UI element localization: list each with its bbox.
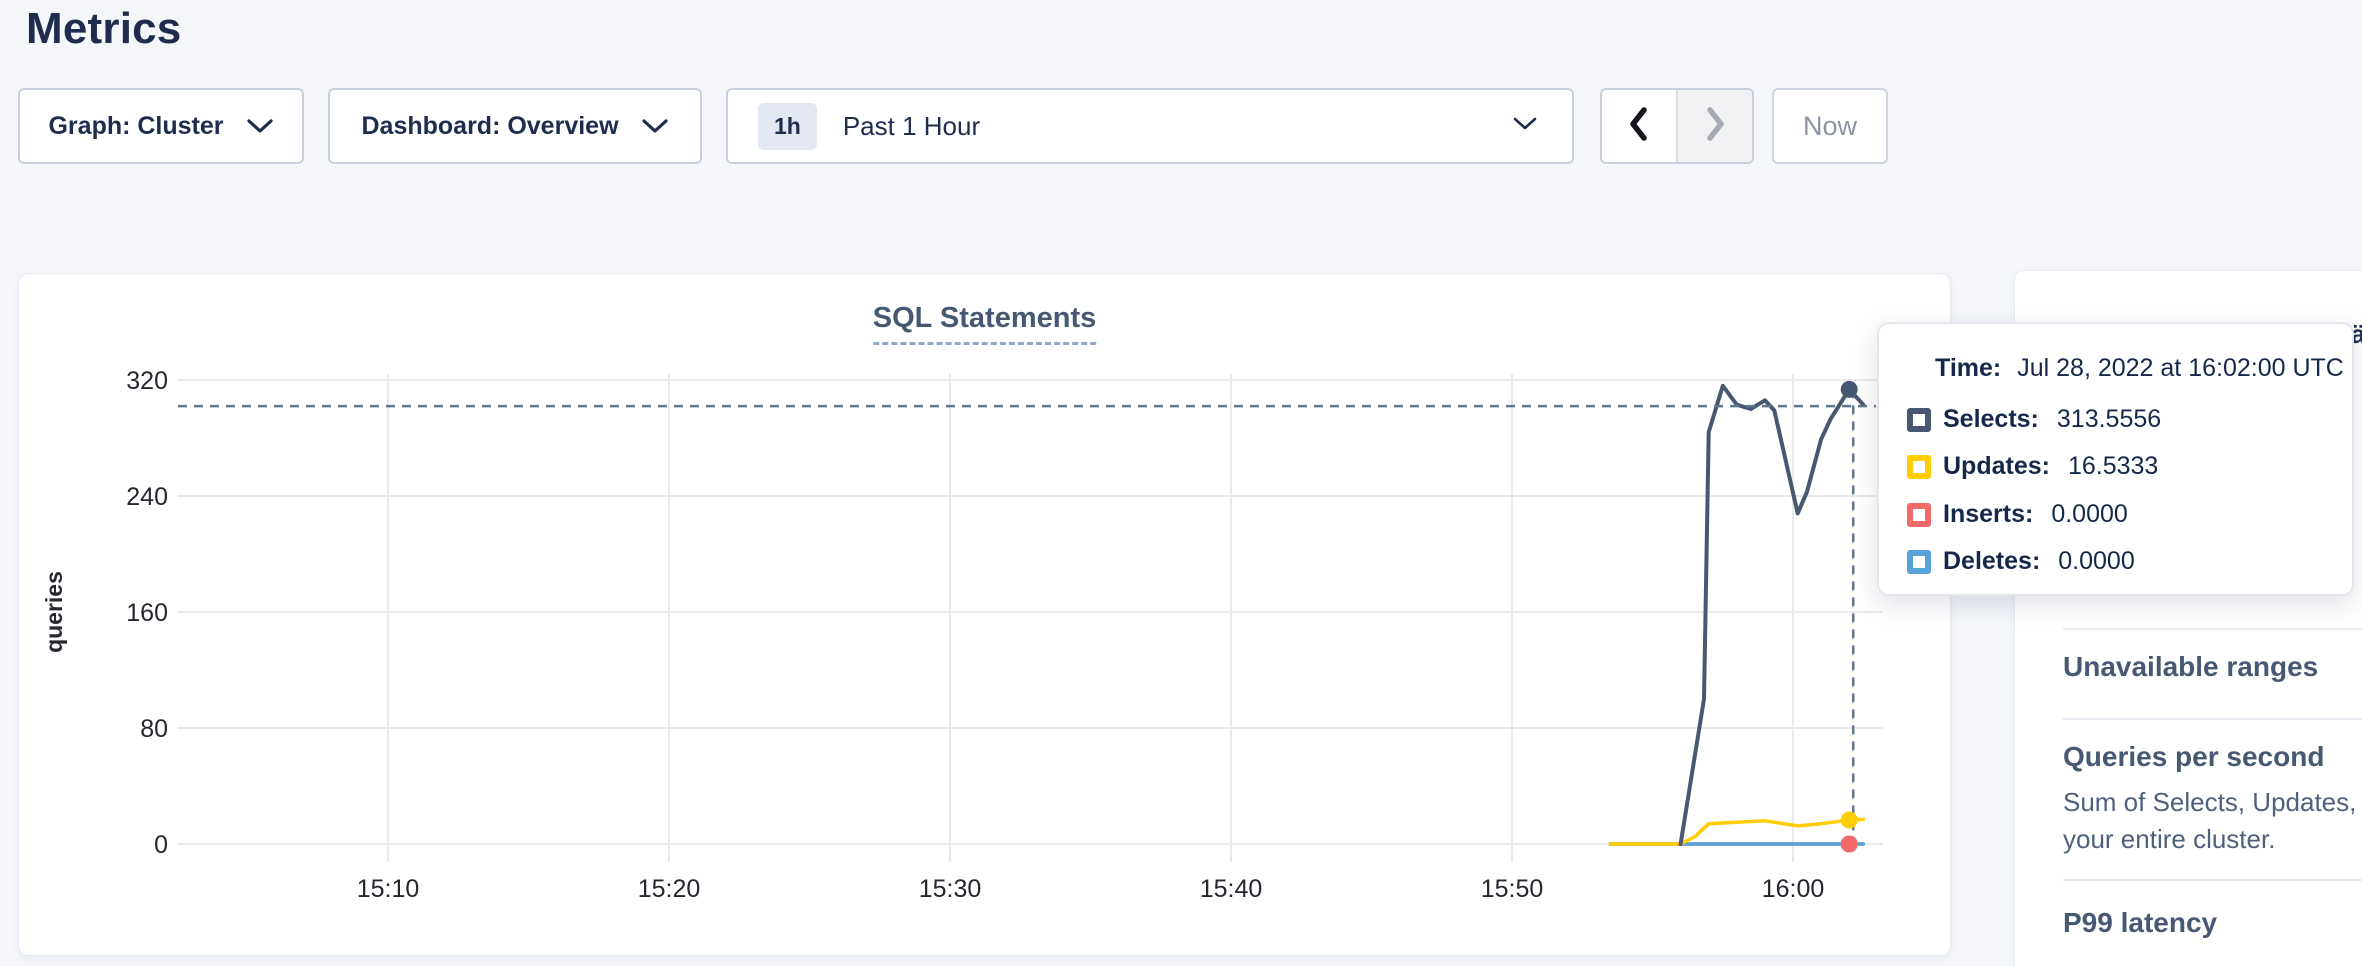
divider [2063, 628, 2362, 630]
sidebar-item-p99-latency: P99 latency [2063, 907, 2217, 939]
svg-text:15:20: 15:20 [638, 875, 701, 903]
svg-text:16:00: 16:00 [1762, 875, 1825, 903]
tooltip-series-value: 313.5556 [2057, 405, 2161, 434]
tooltip-time-value: Jul 28, 2022 at 16:02:00 UTC [2017, 354, 2344, 382]
tooltip-series-value: 0.0000 [2051, 500, 2127, 529]
tooltip-series-value: 16.5333 [2068, 452, 2158, 481]
tooltip-series-row: Inserts: 0.0000 [1907, 500, 2128, 529]
updates-series-swatch-icon [1907, 455, 1931, 479]
svg-text:queries: queries [41, 571, 67, 653]
svg-text:15:30: 15:30 [919, 875, 982, 903]
tooltip-series-value: 0.0000 [2058, 547, 2134, 576]
sidebar-item-queries-per-second: Queries per second [2063, 741, 2324, 773]
tooltip-series-row: Selects: 313.5556 [1907, 405, 2161, 434]
svg-text:240: 240 [126, 483, 168, 511]
tooltip-series-name: Selects: [1943, 405, 2039, 434]
svg-text:15:10: 15:10 [357, 875, 420, 903]
tooltip-series-name: Deletes: [1943, 547, 2040, 576]
sidebar-item-unavailable-ranges: Unavailable ranges [2063, 651, 2318, 683]
tooltip-series-row: Deletes: 0.0000 [1907, 547, 2135, 576]
tooltip-series-name: Inserts: [1943, 500, 2033, 529]
tooltip-time-label: Time: [1935, 354, 2001, 382]
svg-text:320: 320 [126, 367, 168, 395]
divider [2063, 718, 2362, 720]
sidebar-item-description-line: Sum of Selects, Updates, Inser [2063, 787, 2362, 818]
svg-text:15:50: 15:50 [1481, 875, 1544, 903]
inserts-series-swatch-icon [1907, 503, 1931, 527]
svg-text:15:40: 15:40 [1200, 875, 1263, 903]
svg-text:160: 160 [126, 599, 168, 627]
divider [2063, 879, 2362, 881]
selects-series-swatch-icon [1907, 408, 1931, 432]
metrics-page: { "header": { "title": "Metrics" }, "too… [0, 0, 2362, 966]
tooltip-time-row: Time: Jul 28, 2022 at 16:02:00 UTC [1935, 354, 2344, 383]
chart-hover-tooltip: Time: Jul 28, 2022 at 16:02:00 UTC Select… [1877, 322, 2354, 596]
svg-text:0: 0 [154, 831, 168, 859]
deletes-series-swatch-icon [1907, 550, 1931, 574]
sidebar-item-description-line: your entire cluster. [2063, 824, 2275, 855]
tooltip-series-row: Updates: 16.5333 [1907, 452, 2158, 481]
tooltip-series-name: Updates: [1943, 452, 2050, 481]
svg-text:80: 80 [140, 715, 168, 743]
